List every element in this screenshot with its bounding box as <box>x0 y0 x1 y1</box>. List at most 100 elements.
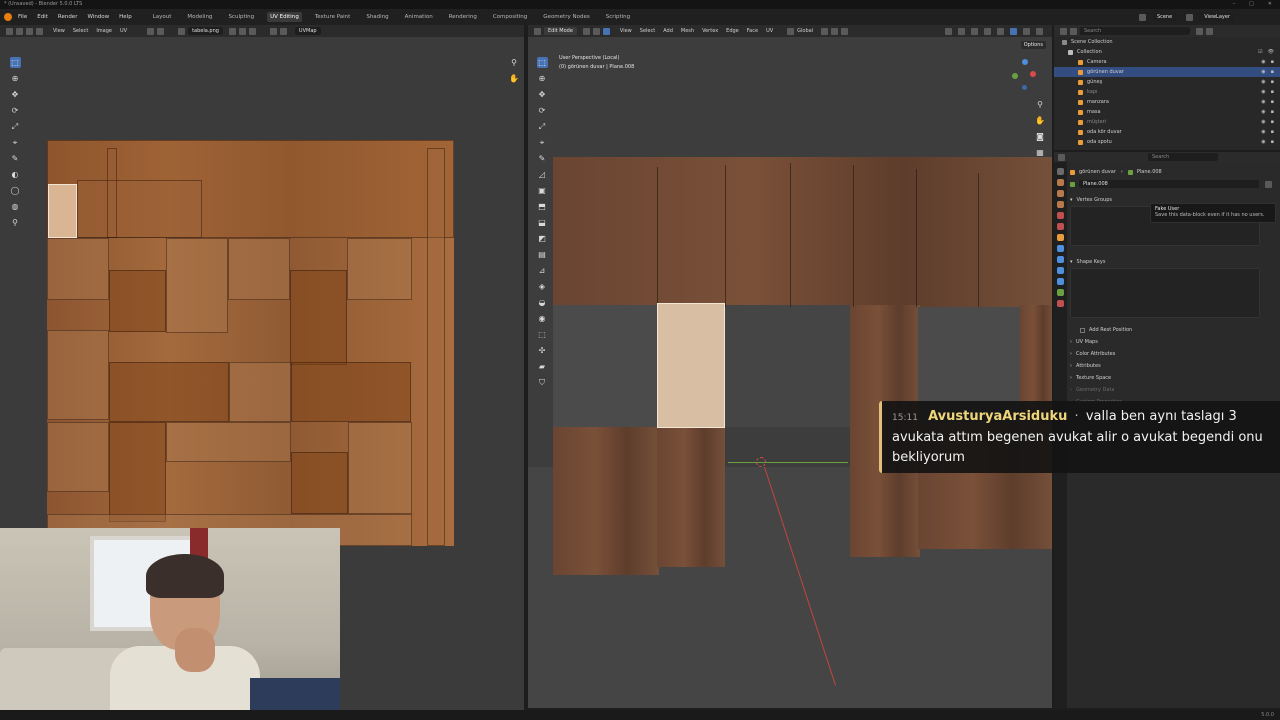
rip-icon[interactable]: ⚲ <box>10 217 21 228</box>
overlay-toggle-icon[interactable] <box>971 27 978 35</box>
3d-viewport[interactable]: User Perspective (Local) (0) görünen duv… <box>528 37 1052 708</box>
uv-map-field[interactable]: UVMap <box>294 27 321 35</box>
view-layer-field[interactable]: ViewLayer <box>1200 13 1234 21</box>
camera-render-icon[interactable]: ▪ <box>1271 109 1274 115</box>
fake-user-shield-icon[interactable] <box>1265 180 1272 188</box>
view-layer-tab-icon[interactable] <box>1057 201 1064 208</box>
blender-logo-icon[interactable] <box>4 13 12 21</box>
uv-menu-select[interactable]: Select <box>73 28 88 34</box>
eye-icon[interactable]: ◉ <box>1261 129 1265 135</box>
unlink-image-icon[interactable] <box>248 27 256 35</box>
filter-icon[interactable] <box>1196 27 1203 35</box>
zoom-icon[interactable]: ⚲ <box>1035 99 1046 110</box>
outliner-item-oda-spotu[interactable]: oda spotu ◉ ▪ <box>1054 137 1280 147</box>
modifier-tab-icon[interactable] <box>1057 245 1064 252</box>
relax-icon[interactable]: ◯ <box>10 185 21 196</box>
edge-select-icon[interactable] <box>592 27 600 35</box>
tab-shading[interactable]: Shading <box>363 12 391 22</box>
options-dropdown[interactable]: Options <box>1020 41 1046 49</box>
outliner-item-camera[interactable]: Camera ◉ ▪ <box>1054 57 1280 67</box>
wireframe-shading-icon[interactable] <box>997 27 1004 35</box>
output-tab-icon[interactable] <box>1057 190 1064 197</box>
outliner-editor-type-icon[interactable] <box>1060 27 1067 35</box>
select-box-icon[interactable]: ⬚ <box>9 57 21 68</box>
uv-menu-uv[interactable]: UV <box>120 28 127 34</box>
snap-icon[interactable] <box>831 27 839 35</box>
menu-edit[interactable]: Edit <box>37 14 48 20</box>
image-browse-icon[interactable] <box>178 27 186 35</box>
scale-icon[interactable]: ⤢ <box>10 121 21 132</box>
shape-keys-panel[interactable]: ▾ Shape Keys <box>1070 256 1276 268</box>
camera-render-icon[interactable]: ▪ <box>1271 89 1274 95</box>
scene-tab-icon[interactable] <box>1057 212 1064 219</box>
grab-icon[interactable]: ◐ <box>10 169 21 180</box>
eye-icon[interactable]: 👁 <box>1268 49 1274 55</box>
vp-menu-select[interactable]: Select <box>640 28 655 34</box>
eye-icon[interactable]: ◉ <box>1261 109 1265 115</box>
world-tab-icon[interactable] <box>1057 223 1064 230</box>
spin-icon[interactable]: ◒ <box>537 297 548 308</box>
annotate-icon[interactable]: ✎ <box>10 153 21 164</box>
snap-icon[interactable] <box>157 27 165 35</box>
tab-layout[interactable]: Layout <box>150 12 175 22</box>
vp-menu-add[interactable]: Add <box>663 28 673 34</box>
eye-icon[interactable]: ◉ <box>1261 89 1265 95</box>
visibility-icon[interactable] <box>945 27 952 35</box>
camera-render-icon[interactable]: ▪ <box>1271 69 1274 75</box>
camera-render-icon[interactable]: ▪ <box>1271 99 1274 105</box>
xray-icon[interactable] <box>984 27 991 35</box>
editor-type-icon[interactable] <box>534 27 541 35</box>
tool-tab-icon[interactable] <box>1057 168 1064 175</box>
move-icon[interactable]: ✥ <box>537 89 548 100</box>
perspective-grid-icon[interactable]: ▦ <box>1035 147 1046 158</box>
display-mode-icon[interactable] <box>1070 27 1077 35</box>
zoom-icon[interactable]: ⚲ <box>509 57 520 68</box>
outliner-item-gorunen-duvar[interactable]: görünen duvar ◉ ▪ <box>1054 67 1280 77</box>
physics-tab-icon[interactable] <box>1057 267 1064 274</box>
gizmo-z-icon[interactable] <box>1022 59 1028 65</box>
camera-render-icon[interactable]: ▪ <box>1271 79 1274 85</box>
pan-hand-icon[interactable]: ✋ <box>1035 115 1046 126</box>
vp-menu-edge[interactable]: Edge <box>726 28 739 34</box>
camera-view-icon[interactable]: ◙ <box>1035 131 1046 142</box>
shear-icon[interactable]: ▰ <box>537 361 548 372</box>
selected-face[interactable] <box>657 303 725 428</box>
edge-slide-icon[interactable]: ⬚ <box>537 329 548 340</box>
outliner-scene-collection[interactable]: Scene Collection <box>1054 37 1280 47</box>
bevel-icon[interactable]: ◩ <box>537 233 548 244</box>
pinch-icon[interactable]: ◍ <box>10 201 21 212</box>
shrink-icon[interactable]: ✣ <box>537 345 548 356</box>
pivot-icon[interactable] <box>147 27 155 35</box>
proportional-edit-icon[interactable] <box>841 27 849 35</box>
material-shading-icon[interactable] <box>1023 27 1030 35</box>
gizmo-x-icon[interactable] <box>1030 71 1036 77</box>
outliner-search-input[interactable]: Search <box>1080 27 1190 35</box>
tab-modeling[interactable]: Modeling <box>184 12 215 22</box>
geometry-data-panel[interactable]: › Geometry Data <box>1070 384 1276 396</box>
rendered-shading-icon[interactable] <box>1036 27 1043 35</box>
minimize-button[interactable]: – <box>1233 0 1236 9</box>
transform-icon[interactable]: ⌖ <box>537 137 548 148</box>
tab-animation[interactable]: Animation <box>402 12 436 22</box>
camera-render-icon[interactable]: ▪ <box>1271 119 1274 125</box>
checkbox-icon[interactable] <box>1080 327 1085 333</box>
eye-icon[interactable]: ◉ <box>1261 99 1265 105</box>
overlay-icon[interactable] <box>269 27 277 35</box>
close-button[interactable]: ✕ <box>1268 0 1272 9</box>
uv-maps-panel[interactable]: › UV Maps <box>1070 336 1276 348</box>
annotate-icon[interactable]: ✎ <box>537 153 548 164</box>
gizmo-icon[interactable] <box>279 27 287 35</box>
maximize-button[interactable]: □ <box>1249 0 1254 9</box>
datablock-name-field[interactable]: Plane.008 <box>1079 180 1259 188</box>
outliner-collection[interactable]: Collection ☑ 👁 <box>1054 47 1280 57</box>
loop-cut-icon[interactable]: ▤ <box>537 249 548 260</box>
image-name-field[interactable]: tabela.png <box>188 27 223 35</box>
attributes-panel[interactable]: › Attributes <box>1070 360 1276 372</box>
uv-menu-image[interactable]: Image <box>96 28 112 34</box>
color-attributes-panel[interactable]: › Color Attributes <box>1070 348 1276 360</box>
menu-file[interactable]: File <box>18 14 27 20</box>
render-tab-icon[interactable] <box>1057 179 1064 186</box>
eye-icon[interactable]: ◉ <box>1261 139 1265 145</box>
solid-shading-icon[interactable] <box>1010 27 1017 35</box>
transform-icon[interactable]: ⌖ <box>10 137 21 148</box>
